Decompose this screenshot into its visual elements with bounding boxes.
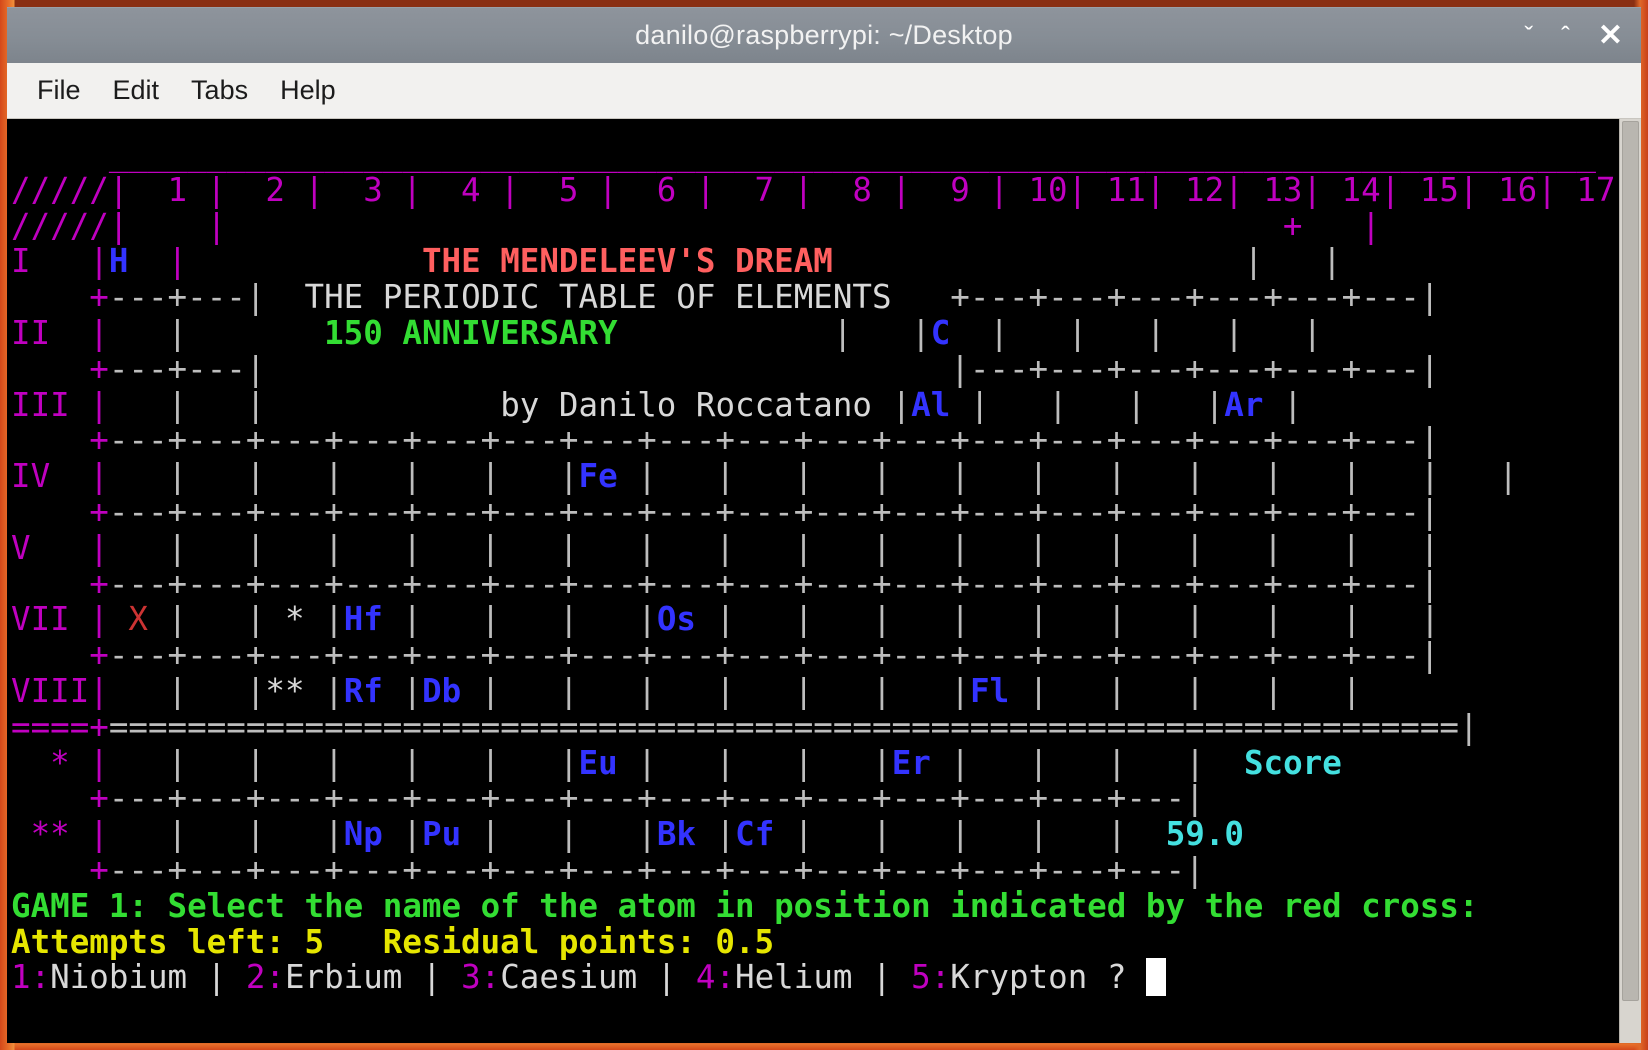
terminal-line-row-V: V | | | | | | | | | | | | | | | | | | xyxy=(11,528,1440,567)
terminal-line-row-lanth: * | | | | | | |Eu | | | |Er | | | | Scor… xyxy=(11,743,1342,782)
terminal-line-sep-act: +---+---+---+---+---+---+---+---+---+---… xyxy=(89,850,1205,889)
close-icon[interactable]: ✕ xyxy=(1598,21,1623,51)
terminal-line-row-IV: IV | | | | | | |Fe | | | | | | | | | | |… xyxy=(11,457,1518,496)
terminal-window: danilo@raspberrypi: ~/Desktop ˇ ˆ ✕ File… xyxy=(0,0,1648,1050)
minimize-icon[interactable]: ˇ xyxy=(1525,23,1534,49)
terminal-line-prompt-attempts: Attempts left: 5 Residual points: 0.5 xyxy=(11,922,775,961)
terminal-line-sep-II: +---+---| |---+---+---+---+---+---| xyxy=(89,349,1440,388)
terminal-line-hdr-rule: ________________________________________… xyxy=(108,135,1596,173)
menu-item-edit[interactable]: Edit xyxy=(97,71,176,110)
terminal-line-sep-I: +---+---| THE PERIODIC TABLE OF ELEMENTS… xyxy=(89,278,1440,317)
terminal-line-sep-V: +---+---+---+---+---+---+---+---+---+---… xyxy=(89,564,1440,603)
terminal-line-hdr-nums: /////| 1 | 2 | 3 | 4 | 5 | 6 | 7 | 8 | 9… xyxy=(11,170,1619,209)
window-controls: ˇ ˆ ✕ xyxy=(1525,8,1623,64)
terminal-output[interactable]: ________________________________________… xyxy=(7,119,1619,1043)
terminal-scrollbar[interactable] xyxy=(1619,119,1641,1043)
terminal-line-row-II: II | | 150 ANNIVERSARY | |C | | | | | xyxy=(11,313,1323,352)
terminal-line-prompt-options: 1:Niobium | 2:Erbium | 3:Caesium | 4:Hel… xyxy=(11,958,1619,997)
maximize-icon[interactable]: ˆ xyxy=(1561,23,1570,49)
terminal-line-sep-IV: +---+---+---+---+---+---+---+---+---+---… xyxy=(89,492,1440,531)
window-titlebar[interactable]: danilo@raspberrypi: ~/Desktop ˇ ˆ ✕ xyxy=(7,7,1641,63)
terminal-line-sep-double: ====+===================================… xyxy=(11,707,1479,746)
menubar: File Edit Tabs Help xyxy=(7,63,1641,119)
scrollbar-thumb[interactable] xyxy=(1622,121,1639,1001)
window-title: danilo@raspberrypi: ~/Desktop xyxy=(635,20,1013,50)
terminal-line-row-VII: VII | X | | * |Hf | | | |Os | | | | | | … xyxy=(11,600,1440,639)
terminal-line-sep-III: +---+---+---+---+---+---+---+---+---+---… xyxy=(89,421,1440,460)
menu-item-help[interactable]: Help xyxy=(264,71,352,110)
terminal-line-sep-VII: +---+---+---+---+---+---+---+---+---+---… xyxy=(89,636,1440,675)
terminal-line-sep-lanth: +---+---+---+---+---+---+---+---+---+---… xyxy=(89,779,1205,818)
terminal-line-row-III: III | | | by Danilo Roccatano |Al | | | … xyxy=(11,385,1303,424)
menu-item-tabs[interactable]: Tabs xyxy=(175,71,264,110)
terminal-area[interactable]: ________________________________________… xyxy=(7,119,1641,1043)
terminal-line-row-I: I |H | THE MENDELEEV'S DREAM | | xyxy=(11,242,1342,281)
terminal-line-row-VIII: VIII| | |** |Rf |Db | | | | | | |Fl | | … xyxy=(11,671,1362,710)
terminal-line-row-blank: /////| | + | xyxy=(11,206,1381,245)
menu-item-file[interactable]: File xyxy=(21,71,97,110)
terminal-line-row-act: ** | | | |Np |Pu | | |Bk |Cf | | | | | 5… xyxy=(11,815,1244,854)
terminal-line-prompt-game: GAME 1: Select the name of the atom in p… xyxy=(11,886,1479,925)
